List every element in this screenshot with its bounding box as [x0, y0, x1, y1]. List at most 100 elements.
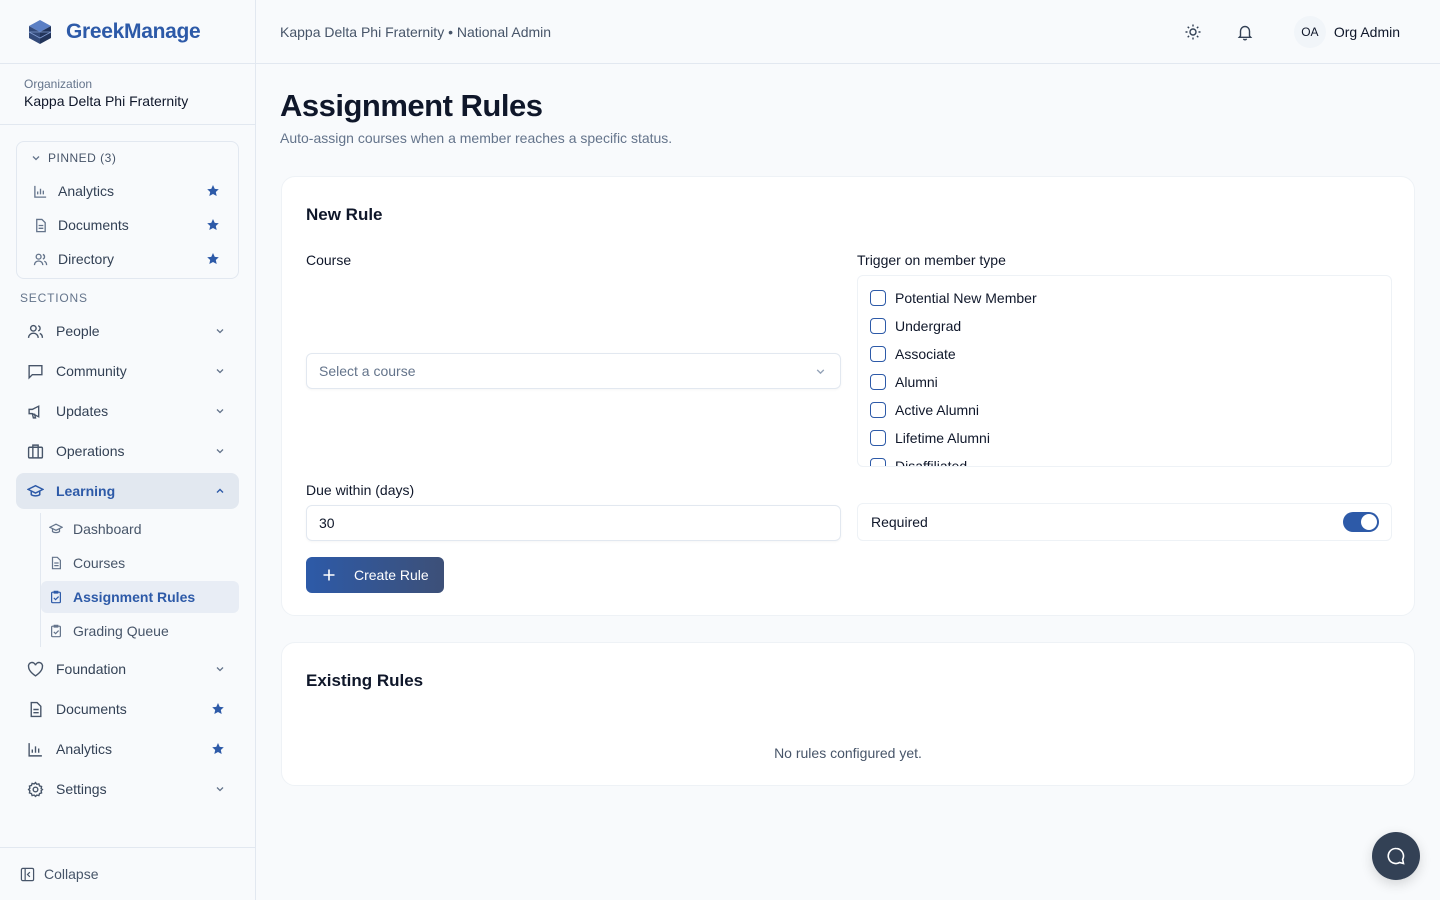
chevron-down-icon [32, 156, 40, 161]
star-icon[interactable] [206, 184, 220, 198]
breadcrumb: Kappa Delta Phi Fraternity • National Ad… [280, 23, 552, 40]
nav-item-analytics[interactable]: Analytics [16, 731, 239, 767]
sub-item-dashboard[interactable]: Dashboard [41, 513, 239, 545]
star-icon[interactable] [206, 218, 220, 232]
chevron-up-icon [216, 488, 224, 493]
nav-label: Operations [56, 443, 125, 459]
bell-icon[interactable] [1236, 23, 1254, 41]
sub-item-grading-queue[interactable]: Grading Queue [41, 615, 239, 647]
required-toggle[interactable] [1343, 512, 1379, 532]
member-type-option[interactable]: Associate [870, 340, 1391, 368]
nav-item-settings[interactable]: Settings [16, 771, 239, 807]
sub-item-label: Grading Queue [73, 623, 169, 639]
user-name: Org Admin [1333, 23, 1400, 40]
checkbox[interactable] [870, 458, 886, 466]
sun-icon[interactable] [1184, 23, 1202, 41]
building-icon [27, 443, 44, 459]
sub-item-label: Courses [73, 555, 126, 571]
collapse-button[interactable]: Collapse [0, 847, 255, 900]
nav-item-community[interactable]: Community [16, 353, 239, 389]
users-icon [33, 253, 48, 265]
nav-label: Documents [56, 701, 127, 717]
organization-label: Organization [24, 77, 93, 91]
pinned-header-label: PINNED (3) [48, 151, 117, 165]
due-label: Due within (days) [306, 482, 415, 498]
checkbox[interactable] [870, 430, 886, 446]
member-type-option[interactable]: Lifetime Alumni [870, 424, 1391, 452]
empty-state-text: No rules configured yet. [774, 745, 922, 761]
star-icon[interactable] [211, 742, 225, 756]
organization-block: Organization Kappa Delta Phi Fraternity [0, 64, 255, 125]
nav-label: Settings [56, 781, 107, 797]
member-type-list[interactable]: Potential New Member Undergrad Associate… [857, 275, 1392, 467]
panel-collapse-icon [20, 867, 35, 881]
checkbox[interactable] [870, 346, 886, 362]
sub-item-courses[interactable]: Courses [41, 547, 239, 579]
pinned-item-documents[interactable]: Documents [17, 208, 238, 242]
cube-logo-icon [28, 19, 52, 44]
chevron-down-icon [216, 667, 224, 672]
pinned-item-label: Documents [58, 217, 129, 233]
message-square-icon [28, 364, 43, 380]
required-row: Required [857, 503, 1392, 541]
star-icon[interactable] [211, 702, 225, 716]
pinned-header[interactable]: PINNED (3) [17, 142, 238, 174]
section-nav: People Community Updates Operations Lear… [16, 313, 239, 811]
nav-label: Updates [56, 403, 109, 419]
course-label: Course [306, 252, 352, 268]
chevron-down-icon [216, 369, 224, 374]
plus-icon [323, 569, 335, 581]
user-menu[interactable]: OA Org Admin [1293, 15, 1400, 48]
checkbox[interactable] [870, 374, 886, 390]
gear-icon [27, 781, 44, 797]
due-days-input[interactable]: 30 [306, 505, 841, 541]
member-type-option[interactable]: Active Alumni [870, 396, 1391, 424]
brand[interactable]: GreekManage [0, 0, 255, 64]
new-rule-title: New Rule [306, 205, 383, 224]
pinned-item-analytics[interactable]: Analytics [17, 174, 238, 208]
megaphone-icon [28, 404, 40, 419]
nav-item-people[interactable]: People [16, 313, 239, 349]
page-title: Assignment Rules [280, 88, 543, 123]
nav-item-updates[interactable]: Updates [16, 393, 239, 429]
member-type-option[interactable]: Disaffiliated [870, 452, 1391, 467]
bar-chart-icon [34, 185, 47, 198]
avatar: OA [1293, 15, 1326, 48]
existing-rules-title: Existing Rules [306, 671, 424, 690]
sub-item-label: Assignment Rules [73, 589, 196, 605]
create-rule-button[interactable]: Create Rule [306, 557, 444, 593]
member-type-option[interactable]: Undergrad [870, 312, 1391, 340]
chevron-down-icon [216, 787, 224, 792]
nav-label: People [56, 323, 100, 339]
graduation-cap-icon [27, 484, 44, 497]
pinned-item-directory[interactable]: Directory [17, 242, 238, 276]
clipboard-check-icon [51, 624, 61, 638]
nav-item-learning[interactable]: Learning [16, 473, 239, 509]
nav-item-operations[interactable]: Operations [16, 433, 239, 469]
member-type-label: Disaffiliated [895, 458, 968, 467]
learning-submenu: Dashboard Courses Assignment Rules Gradi… [40, 513, 239, 647]
nav-item-foundation[interactable]: Foundation [16, 651, 239, 687]
member-type-option[interactable]: Alumni [870, 368, 1391, 396]
course-select[interactable]: Select a course [306, 353, 841, 389]
page-subtitle: Auto-assign courses when a member reache… [280, 130, 673, 146]
member-type-label: Associate [895, 346, 956, 362]
trigger-label: Trigger on member type [857, 252, 1006, 268]
required-label: Required [871, 514, 928, 530]
sections-label: SECTIONS [20, 291, 88, 305]
member-type-option[interactable]: Potential New Member [870, 284, 1391, 312]
nav-label: Community [56, 363, 127, 379]
nav-label: Foundation [56, 661, 127, 677]
chat-button[interactable] [1372, 832, 1420, 880]
nav-label: Analytics [56, 741, 113, 757]
pinned-section: PINNED (3) Analytics Documents Directory [16, 141, 239, 279]
document-icon [36, 218, 46, 232]
pinned-item-label: Directory [58, 251, 115, 267]
star-icon[interactable] [206, 252, 220, 266]
heart-icon [27, 661, 44, 677]
checkbox[interactable] [870, 290, 886, 306]
sub-item-assignment-rules[interactable]: Assignment Rules [41, 581, 239, 613]
nav-item-documents[interactable]: Documents [16, 691, 239, 727]
checkbox[interactable] [870, 318, 886, 334]
checkbox[interactable] [870, 402, 886, 418]
